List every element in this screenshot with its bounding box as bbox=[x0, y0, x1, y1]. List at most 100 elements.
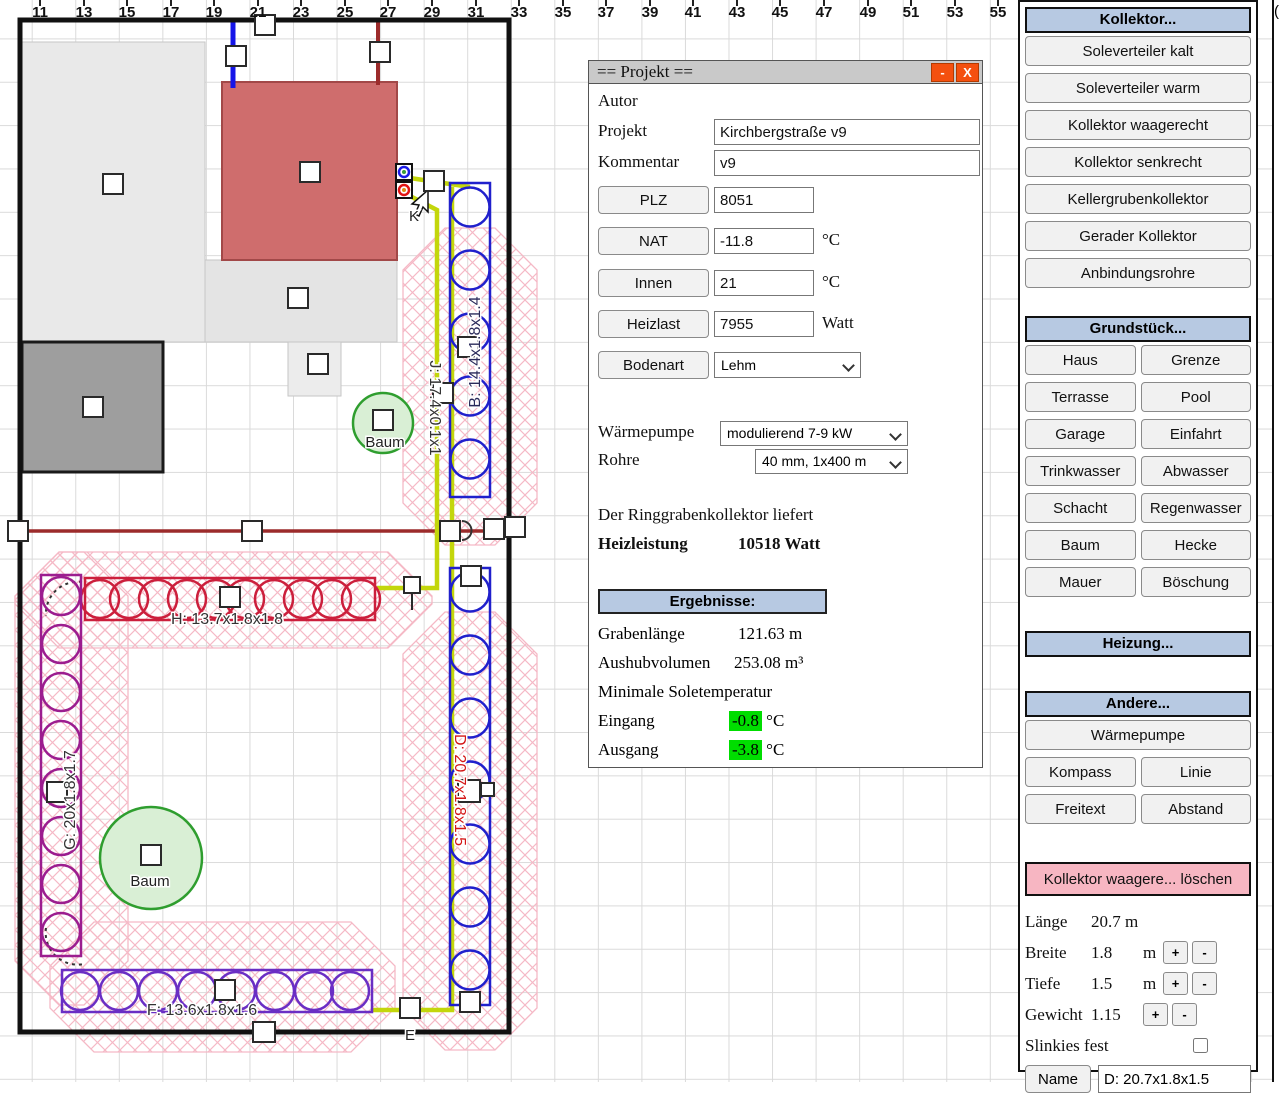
point-k-label: K bbox=[409, 208, 419, 225]
terrasse-button[interactable]: Terrasse bbox=[1025, 382, 1136, 412]
tiefe-plus-button[interactable]: + bbox=[1163, 972, 1188, 995]
soleverteiler-kalt-button[interactable]: Soleverteiler kalt bbox=[1025, 36, 1251, 66]
point-e-label: E bbox=[405, 1027, 415, 1044]
handle[interactable] bbox=[370, 42, 390, 62]
schacht-button[interactable]: Schacht bbox=[1025, 493, 1136, 523]
nat-button[interactable]: NAT bbox=[598, 227, 709, 255]
handle[interactable] bbox=[440, 521, 460, 541]
plz-button[interactable]: PLZ bbox=[598, 186, 709, 214]
handle[interactable] bbox=[308, 354, 328, 374]
handle[interactable] bbox=[226, 46, 246, 66]
dialog-titlebar[interactable]: == Projekt == - X bbox=[589, 61, 982, 84]
ruler-number: 43 bbox=[729, 4, 746, 21]
baum-button[interactable]: Baum bbox=[1025, 530, 1136, 560]
anbindungsrohre-button[interactable]: Anbindungsrohre bbox=[1025, 258, 1251, 288]
delete-kollektor-button[interactable]: Kollektor waagere... löschen bbox=[1025, 862, 1251, 896]
handle[interactable] bbox=[424, 171, 444, 191]
breite-plus-button[interactable]: + bbox=[1163, 941, 1188, 964]
breite-minus-button[interactable]: - bbox=[1192, 941, 1217, 964]
soleverteiler-warm-icon[interactable] bbox=[396, 182, 412, 198]
innen-button[interactable]: Innen bbox=[598, 269, 709, 297]
tiefe-minus-button[interactable]: - bbox=[1192, 972, 1217, 995]
dialog-title: == Projekt == bbox=[597, 62, 693, 82]
soleverteiler-kalt-icon[interactable] bbox=[396, 164, 412, 180]
andere-header: Andere... bbox=[1025, 691, 1251, 717]
innen-input[interactable] bbox=[714, 270, 814, 296]
handle[interactable] bbox=[481, 783, 494, 796]
breite-unit: m bbox=[1143, 943, 1163, 963]
handle[interactable] bbox=[215, 980, 235, 1000]
handle[interactable] bbox=[505, 517, 525, 537]
handle[interactable] bbox=[300, 162, 320, 182]
ruler-number: 29 bbox=[424, 4, 441, 21]
name-button[interactable]: Name bbox=[1025, 1065, 1091, 1093]
freitext-button[interactable]: Freitext bbox=[1025, 794, 1136, 824]
ruler-number: 27 bbox=[380, 4, 397, 21]
handle[interactable] bbox=[400, 998, 420, 1018]
handle[interactable] bbox=[8, 521, 28, 541]
handle[interactable] bbox=[103, 174, 123, 194]
handle[interactable] bbox=[404, 577, 420, 593]
heizlast-button[interactable]: Heizlast bbox=[598, 310, 709, 338]
close-button[interactable]: X bbox=[956, 63, 979, 82]
gewicht-plus-button[interactable]: + bbox=[1143, 1003, 1168, 1026]
gerader-kollektor-button[interactable]: Gerader Kollektor bbox=[1025, 221, 1251, 251]
gewicht-minus-button[interactable]: - bbox=[1172, 1003, 1197, 1026]
collector-g-label: G: 20x1.8x1.7 bbox=[62, 750, 79, 850]
hecke-button[interactable]: Hecke bbox=[1141, 530, 1252, 560]
tree-1-label: Baum bbox=[365, 434, 404, 451]
ruler-number: 21 bbox=[250, 4, 267, 21]
mauer-button[interactable]: Mauer bbox=[1025, 567, 1136, 597]
kollektor-waagerecht-button[interactable]: Kollektor waagerecht bbox=[1025, 110, 1251, 140]
plz-input[interactable] bbox=[714, 187, 814, 213]
kommentar-input[interactable] bbox=[714, 150, 980, 176]
bodenart-button[interactable]: Bodenart bbox=[598, 351, 709, 379]
waermepumpe-select[interactable]: modulierend 7-9 kW bbox=[720, 421, 908, 446]
handle[interactable] bbox=[288, 288, 308, 308]
kollektor-header: Kollektor... bbox=[1025, 7, 1251, 33]
heizleistung-value: 10518 Watt bbox=[738, 534, 820, 554]
minimize-button[interactable]: - bbox=[931, 63, 954, 82]
handle[interactable] bbox=[460, 992, 480, 1012]
handle[interactable] bbox=[141, 845, 161, 865]
trinkwasser-button[interactable]: Trinkwasser bbox=[1025, 456, 1136, 486]
soleverteiler-warm-button[interactable]: Soleverteiler warm bbox=[1025, 73, 1251, 103]
handle[interactable] bbox=[373, 410, 393, 430]
boeschung-button[interactable]: Böschung bbox=[1141, 567, 1252, 597]
waermepumpe-button[interactable]: Wärmepumpe bbox=[1025, 720, 1251, 750]
ruler-numbers: 11 13 15 17 19 21 23 25 27 29 31 33 35 3… bbox=[32, 4, 1006, 21]
rohre-select[interactable]: 40 mm, 1x400 m bbox=[755, 449, 908, 474]
spacer bbox=[1025, 604, 1251, 630]
ruler-number: 23 bbox=[293, 4, 310, 21]
abwasser-button[interactable]: Abwasser bbox=[1141, 456, 1252, 486]
einfahrt-button[interactable]: Einfahrt bbox=[1141, 419, 1252, 449]
handle[interactable] bbox=[461, 566, 481, 586]
abstand-button[interactable]: Abstand bbox=[1141, 794, 1252, 824]
heizlast-input[interactable] bbox=[714, 311, 814, 337]
autor-label: Autor bbox=[598, 91, 638, 111]
garage-button[interactable]: Garage bbox=[1025, 419, 1136, 449]
nat-input[interactable] bbox=[714, 228, 814, 254]
slinkies-checkbox[interactable] bbox=[1193, 1038, 1208, 1053]
kompass-button[interactable]: Kompass bbox=[1025, 757, 1136, 787]
handle[interactable] bbox=[242, 521, 262, 541]
handle[interactable] bbox=[83, 397, 103, 417]
waermepumpe-value: modulierend 7-9 kW bbox=[727, 425, 852, 441]
kellergrubenkollektor-button[interactable]: Kellergrubenkollektor bbox=[1025, 184, 1251, 214]
ruler-number: 55 bbox=[990, 4, 1007, 21]
pool-button[interactable]: Pool bbox=[1141, 382, 1252, 412]
name-input[interactable] bbox=[1098, 1065, 1251, 1093]
handle[interactable] bbox=[220, 587, 240, 607]
bodenart-select[interactable]: Lehm bbox=[714, 352, 861, 378]
ruler-number: 53 bbox=[947, 4, 964, 21]
tiefe-row: Tiefe 1.5 m + - bbox=[1025, 968, 1251, 999]
linie-button[interactable]: Linie bbox=[1141, 757, 1252, 787]
handle[interactable] bbox=[484, 519, 504, 539]
regenwasser-button[interactable]: Regenwasser bbox=[1141, 493, 1252, 523]
kollektor-senkrecht-button[interactable]: Kollektor senkrecht bbox=[1025, 147, 1251, 177]
haus-button[interactable]: Haus bbox=[1025, 345, 1136, 375]
handle[interactable] bbox=[253, 1022, 275, 1042]
grenze-button[interactable]: Grenze bbox=[1141, 345, 1252, 375]
projekt-input[interactable] bbox=[714, 119, 980, 145]
heizung-header: Heizung... bbox=[1025, 631, 1251, 657]
